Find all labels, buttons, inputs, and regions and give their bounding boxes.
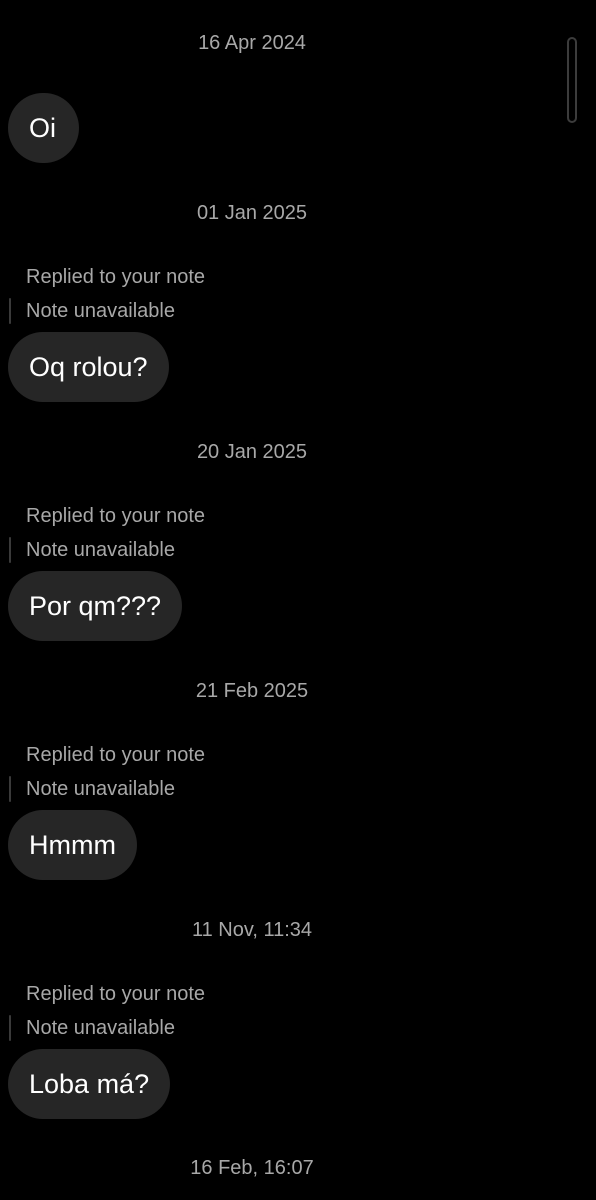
message-bubble[interactable]: Por qm??? xyxy=(8,571,183,641)
date-separator: 16 Feb, 16:07 xyxy=(190,1157,314,1179)
reply-label: Replied to your note xyxy=(26,983,206,1005)
reply-label: Replied to your note xyxy=(26,266,206,288)
reply-label: Replied to your note xyxy=(26,505,206,527)
note-unavailable[interactable]: Note unavailable xyxy=(26,1017,175,1040)
message-bubble[interactable]: Oi xyxy=(8,93,79,163)
message-bubble[interactable]: Oq rolou? xyxy=(8,332,169,402)
date-separator: 16 Apr 2024 xyxy=(198,32,306,54)
chat-thread[interactable]: 16 Apr 2024 Oi 01 Jan 2025 Replied to yo… xyxy=(0,0,596,1200)
reply-label: Replied to your note xyxy=(26,744,206,766)
date-separator: 11 Nov, 11:34 xyxy=(191,919,313,941)
reply-quote-bar xyxy=(9,298,11,324)
reply-quote-bar xyxy=(9,776,11,802)
note-unavailable[interactable]: Note unavailable xyxy=(26,300,175,323)
message-bubble[interactable]: Hmmm xyxy=(8,810,137,880)
date-separator: 01 Jan 2025 xyxy=(196,202,308,224)
reply-quote-bar xyxy=(9,537,11,563)
message-bubble[interactable]: Loba má? xyxy=(8,1049,171,1119)
scrollbar-thumb[interactable] xyxy=(567,37,577,123)
note-unavailable[interactable]: Note unavailable xyxy=(26,778,175,801)
note-unavailable[interactable]: Note unavailable xyxy=(26,539,175,562)
date-separator: 21 Feb 2025 xyxy=(195,680,309,702)
reply-quote-bar xyxy=(9,1015,11,1041)
date-separator: 20 Jan 2025 xyxy=(196,441,308,463)
